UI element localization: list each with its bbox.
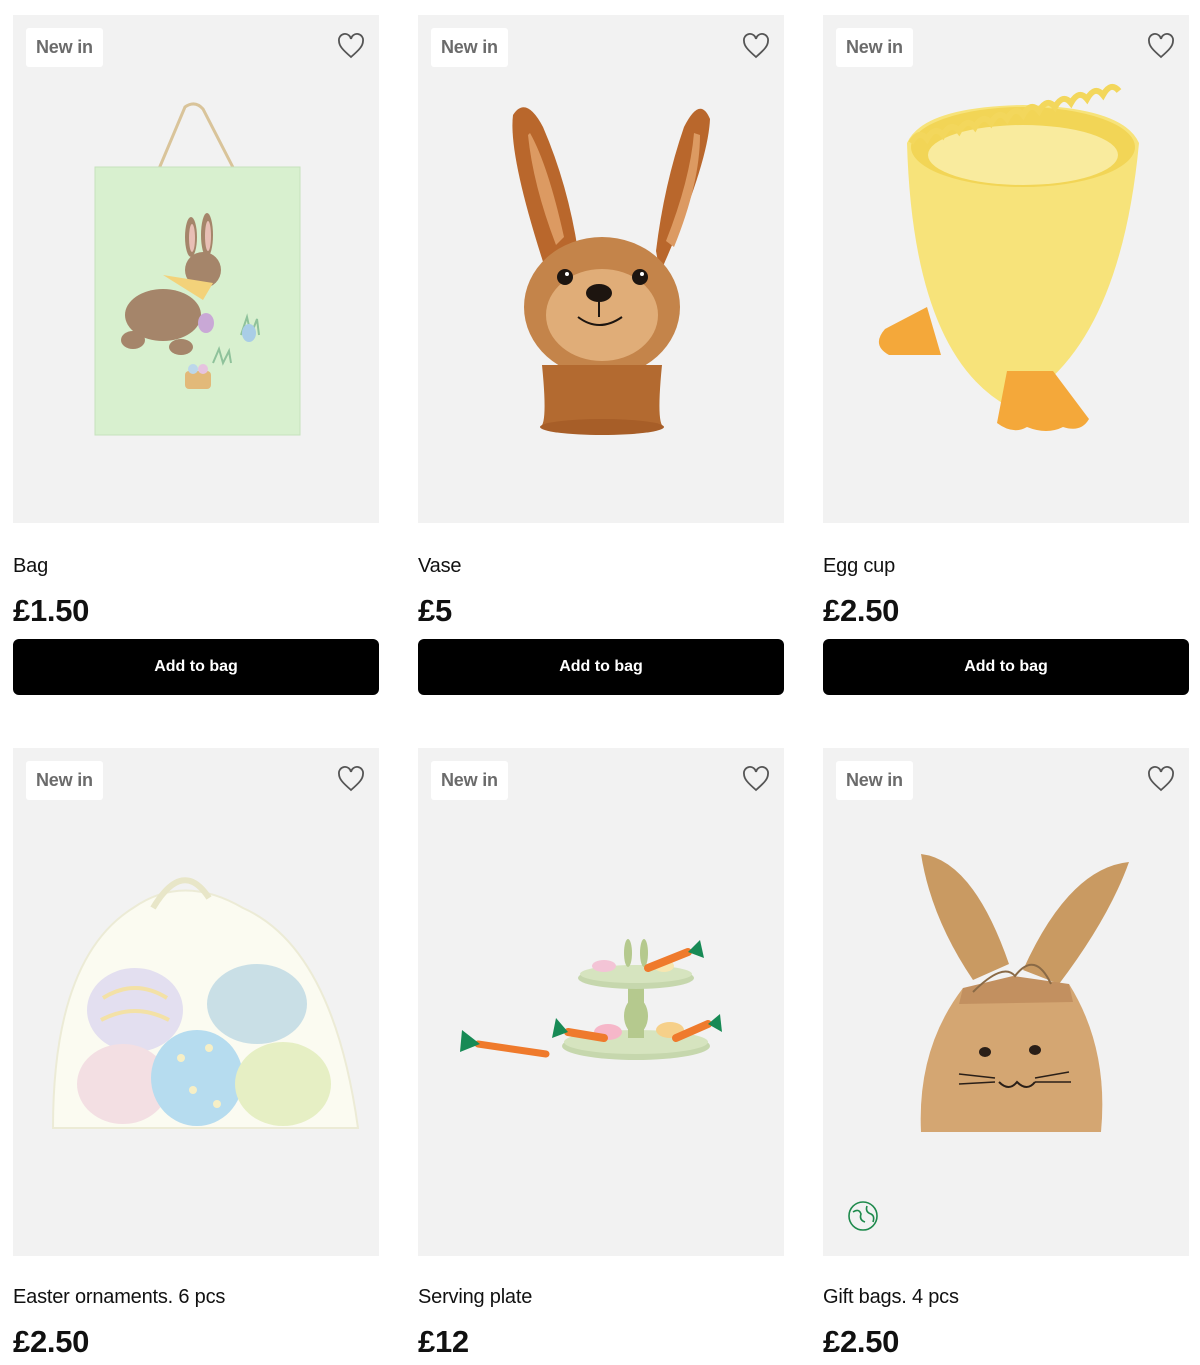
product-card-serving-plate[interactable]: New in Serving plate £12 (418, 748, 784, 1359)
product-image-vase[interactable]: New in (418, 15, 784, 523)
favorite-heart-icon[interactable] (1147, 766, 1175, 792)
favorite-heart-icon[interactable] (337, 33, 365, 59)
product-card-bag[interactable]: New in Bag £1.50 Add to bag (13, 15, 379, 695)
product-card-easter-ornaments[interactable]: New in Easter ornaments. 6 pcs £2.50 (13, 748, 379, 1359)
product-name[interactable]: Easter ornaments. 6 pcs (13, 1286, 225, 1309)
bunny-vase-illustration (512, 107, 710, 435)
product-price: £1.50 (13, 593, 90, 628)
product-name[interactable]: Vase (418, 555, 462, 578)
product-price: £5 (418, 593, 452, 628)
new-in-badge: New in (26, 761, 103, 800)
product-name[interactable]: Serving plate (418, 1286, 532, 1309)
gift-bag-illustration (94, 102, 301, 436)
add-to-bag-button[interactable]: Add to bag (13, 639, 379, 695)
add-to-bag-button[interactable]: Add to bag (418, 639, 784, 695)
favorite-heart-icon[interactable] (742, 33, 770, 59)
product-name[interactable]: Bag (13, 555, 48, 578)
product-image-bag[interactable]: New in (13, 15, 379, 523)
serving-plate-illustration (460, 939, 722, 1060)
new-in-badge: New in (836, 761, 913, 800)
add-to-bag-button[interactable]: Add to bag (823, 639, 1189, 695)
product-price: £12 (418, 1324, 469, 1359)
favorite-heart-icon[interactable] (337, 766, 365, 792)
product-image-easter-ornaments[interactable]: New in (13, 748, 379, 1256)
new-in-badge: New in (431, 761, 508, 800)
new-in-badge: New in (26, 28, 103, 67)
product-name[interactable]: Egg cup (823, 555, 895, 578)
new-in-badge: New in (431, 28, 508, 67)
product-card-gift-bags[interactable]: New in Gift bags. 4 pcs £2.50 (823, 748, 1189, 1359)
product-price: £2.50 (13, 1324, 90, 1359)
product-image-egg-cup[interactable]: New in (823, 15, 1189, 523)
egg-ornaments-illustration (51, 877, 360, 1129)
bunny-gift-bag-illustration (920, 854, 1129, 1132)
favorite-heart-icon[interactable] (1147, 33, 1175, 59)
product-card-vase[interactable]: New in Vase £5 Add to bag (418, 15, 784, 695)
favorite-heart-icon[interactable] (742, 766, 770, 792)
new-in-badge: New in (836, 28, 913, 67)
product-image-serving-plate[interactable]: New in (418, 748, 784, 1256)
eco-globe-icon (847, 1200, 879, 1232)
product-image-gift-bags[interactable]: New in (823, 748, 1189, 1256)
product-price: £2.50 (823, 593, 900, 628)
product-price: £2.50 (823, 1324, 900, 1359)
chick-egg-cup-illustration (878, 83, 1139, 431)
product-name[interactable]: Gift bags. 4 pcs (823, 1286, 959, 1309)
product-card-egg-cup[interactable]: New in Egg cup £2.50 Add to bag (823, 15, 1189, 695)
